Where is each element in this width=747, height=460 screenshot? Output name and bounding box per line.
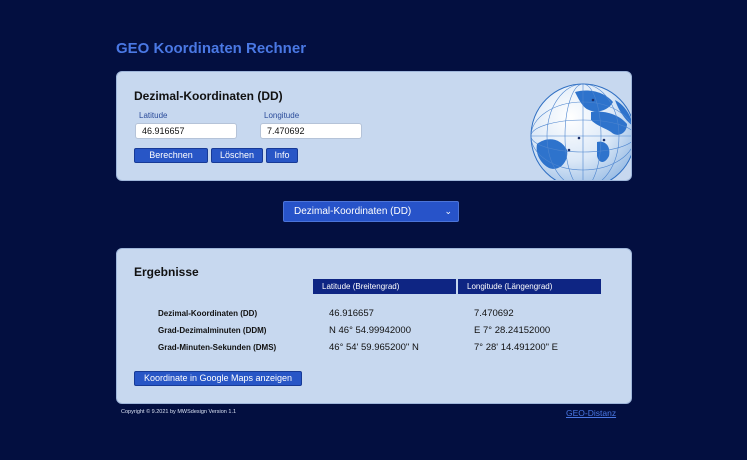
card-heading: Dezimal-Koordinaten (DD) [134,89,283,103]
result-dms-longitude: 7° 28' 14.491200" E [474,342,558,353]
chevron-down-icon: ⌄ [444,206,452,216]
row-label-dms: Grad-Minuten-Sekunden (DMS) [158,343,277,352]
info-button[interactable]: Info [266,148,298,163]
google-maps-button[interactable]: Koordinate in Google Maps anzeigen [134,371,302,386]
latitude-input[interactable] [135,123,237,139]
column-header-longitude: Longitude (Längengrad) [458,279,601,294]
longitude-input[interactable] [260,123,362,139]
geo-distanz-link[interactable]: GEO-Distanz [566,408,616,418]
decimal-coordinates-card: Dezimal-Koordinaten (DD) Latitude Longit… [116,71,632,181]
coordinate-format-select[interactable]: Dezimal-Koordinaten (DD) ⌄ [283,201,459,222]
clear-button[interactable]: Löschen [211,148,263,163]
select-value: Dezimal-Koordinaten (DD) [294,206,412,217]
copyright-text: Copyright © 9.2021 by MWSdesign Version … [121,409,237,415]
globe-icon [530,83,631,180]
longitude-label: Longitude [264,111,300,120]
results-card: Ergebnisse Latitude (Breitengrad) Longit… [116,248,632,404]
result-ddm-longitude: E 7° 28.24152000 [474,325,551,336]
row-label-dd: Dezimal-Koordinaten (DD) [158,309,258,318]
result-ddm-latitude: N 46° 54.99942000 [329,325,411,336]
result-dd-latitude: 46.916657 [329,308,374,319]
latitude-label: Latitude [139,111,168,120]
app-title: GEO Koordinaten Rechner [116,40,307,57]
calculate-button[interactable]: Berechnen [134,148,208,163]
row-label-ddm: Grad-Dezimalminuten (DDM) [158,326,267,335]
results-heading: Ergebnisse [134,265,199,279]
column-header-latitude: Latitude (Breitengrad) [313,279,456,294]
result-dms-latitude: 46° 54' 59.965200" N [329,342,419,353]
result-dd-longitude: 7.470692 [474,308,514,319]
